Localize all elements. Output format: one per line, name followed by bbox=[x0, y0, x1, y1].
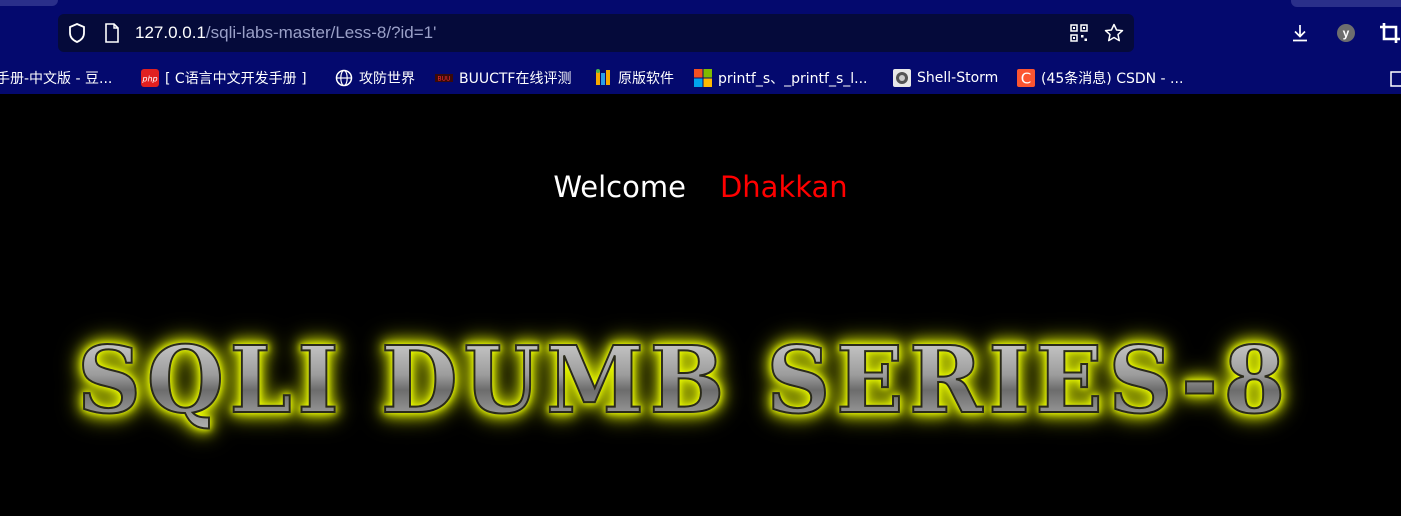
avatar[interactable]: y bbox=[1335, 22, 1357, 44]
microsoft-icon bbox=[694, 69, 712, 87]
download-icon[interactable] bbox=[1289, 22, 1311, 44]
crop-icon[interactable] bbox=[1379, 22, 1401, 44]
bookmark-item[interactable]: 手册-中文版 - 豆... bbox=[0, 67, 112, 89]
bookmark-label: BUUCTF在线评测 bbox=[459, 71, 572, 87]
bookmark-label: 原版软件 bbox=[618, 71, 674, 87]
buuctf-icon: BUU bbox=[435, 69, 453, 87]
address-bar[interactable]: 127.0.0.1/sqli-labs-master/Less-8/?id=1' bbox=[58, 14, 1134, 52]
avatar-letter: y bbox=[1337, 24, 1355, 42]
shellstorm-icon bbox=[893, 69, 911, 87]
banner-text: SQLI DUMB SERIES-8 bbox=[76, 326, 1291, 434]
bookmark-item[interactable]: BUU BUUCTF在线评测 bbox=[435, 67, 571, 89]
url-host: 127.0.0.1 bbox=[135, 23, 206, 42]
svg-text:C: C bbox=[1021, 70, 1031, 88]
browser-toolbar: 127.0.0.1/sqli-labs-master/Less-8/?id=1'… bbox=[0, 0, 1401, 62]
itellyou-icon bbox=[594, 69, 612, 87]
other-bookmarks[interactable] bbox=[1390, 67, 1401, 89]
qr-code-icon[interactable] bbox=[1069, 23, 1089, 43]
bookmark-label: [ C语言中文开发手册 ] bbox=[165, 71, 307, 87]
bookmark-item[interactable]: php [ C语言中文开发手册 ] bbox=[141, 67, 307, 89]
title-banner: SQLI DUMB SERIES-8 bbox=[58, 326, 1310, 434]
tab-edge[interactable] bbox=[0, 0, 58, 6]
bookmark-item[interactable]: 攻防世界 bbox=[335, 67, 415, 89]
bookmark-item[interactable]: C (45条消息) CSDN - ... bbox=[1017, 67, 1183, 89]
shield-icon[interactable] bbox=[67, 23, 87, 43]
bookmark-label: printf_s、_printf_s_l... bbox=[718, 71, 868, 87]
tab-edge-right[interactable] bbox=[1291, 0, 1401, 7]
welcome-name: Dhakkan bbox=[719, 170, 848, 204]
bookmark-item[interactable]: 原版软件 bbox=[594, 67, 674, 89]
php-icon: php bbox=[141, 69, 159, 87]
bookmark-label: (45条消息) CSDN - ... bbox=[1041, 71, 1184, 87]
svg-text:php: php bbox=[141, 75, 157, 84]
bookmark-item[interactable]: Shell-Storm bbox=[893, 67, 998, 89]
welcome-label: Welcome bbox=[553, 170, 686, 204]
globe-icon bbox=[335, 69, 353, 87]
bookmark-item[interactable]: printf_s、_printf_s_l... bbox=[694, 67, 867, 89]
welcome-message: Welcome Dhakkan bbox=[0, 170, 1401, 204]
bookmark-label: 手册-中文版 - 豆... bbox=[0, 71, 113, 87]
bookmark-label: 攻防世界 bbox=[359, 71, 415, 87]
folder-icon bbox=[1390, 69, 1401, 87]
svg-text:BUU: BUU bbox=[438, 76, 451, 83]
csdn-icon: C bbox=[1017, 69, 1035, 87]
url-text[interactable]: 127.0.0.1/sqli-labs-master/Less-8/?id=1' bbox=[135, 23, 436, 43]
star-icon[interactable] bbox=[1104, 23, 1124, 43]
bookmarks-bar: 手册-中文版 - 豆... php [ C语言中文开发手册 ] 攻防世界 BUU… bbox=[0, 62, 1401, 94]
url-path: /sqli-labs-master/Less-8/?id=1' bbox=[205, 23, 437, 42]
page-icon bbox=[102, 23, 122, 43]
bookmark-label: Shell-Storm bbox=[917, 70, 999, 86]
